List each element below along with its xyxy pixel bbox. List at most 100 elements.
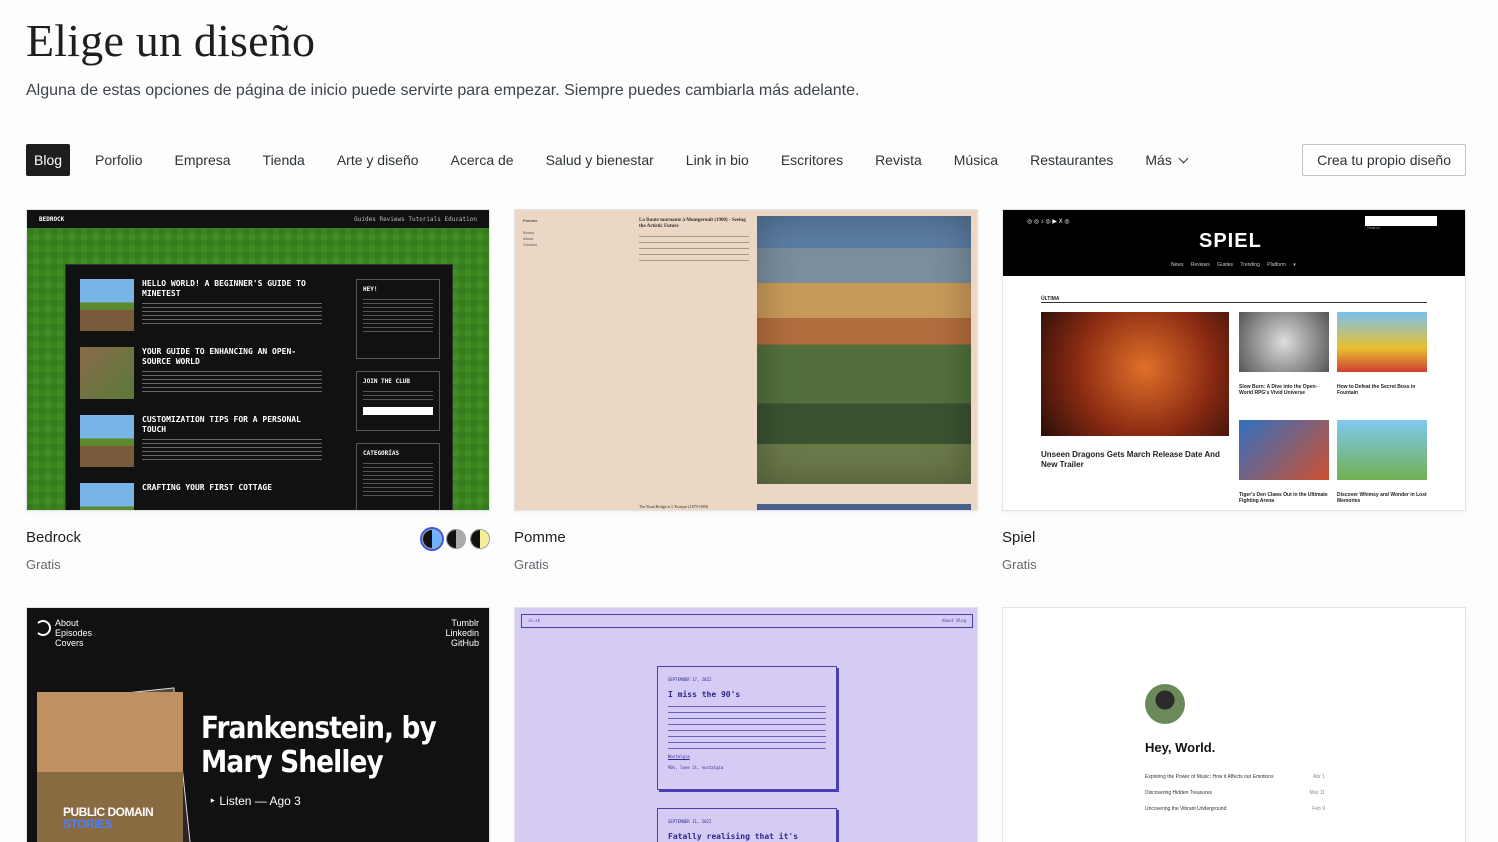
bedrock-widget-categories: CATEGORÍAS — [356, 443, 440, 510]
post-title: Fatally realising that it's — [668, 832, 799, 841]
tab-link-in-bio[interactable]: Link in bio — [670, 144, 765, 176]
theme-price: Gratis — [514, 557, 549, 572]
bedrock-widget-hey: HEY! — [356, 279, 440, 359]
tab-empresa[interactable]: Empresa — [159, 144, 247, 176]
tab-salud-y-bienestar[interactable]: Salud y bienestar — [530, 144, 670, 176]
article-image — [1239, 420, 1329, 480]
featured-image — [1041, 312, 1229, 436]
pomme-nav-link: Contact — [523, 242, 537, 247]
article-headline: Slow Burn: A Dive into the Open-World RP… — [1239, 384, 1318, 396]
bedrock-widget-club: JOIN THE CLUB — [356, 371, 440, 431]
retro-post: SEPTEMBER 17, 2022 I miss the 90's Nosta… — [657, 666, 837, 790]
post-row: Abr 1 Exploring the Power of Music: How i… — [1145, 774, 1325, 780]
post-thumbnail — [80, 279, 134, 331]
post-thumbnail — [80, 415, 134, 467]
theme-card-pomme[interactable]: Pomme Books About Contact La Route tournant… — [514, 209, 978, 572]
pomme-painting-2 — [757, 504, 971, 510]
tab-porfolio[interactable]: Porfolio — [79, 144, 158, 176]
theme-name: Spiel — [1002, 529, 1036, 546]
tab-musica[interactable]: Música — [938, 144, 1014, 176]
post-tag: Nostalgia — [668, 754, 690, 759]
listen-link: ‣ Listen — Ago 3 — [209, 794, 301, 808]
theme-card-bedrock[interactable]: BEDROCK Guides Reviews Tutorials Educatio… — [26, 209, 490, 572]
theme-name: Pomme — [514, 529, 566, 546]
pomme-footer-title: The Road Bridge at L'Estaque (1879-1880) — [639, 504, 709, 509]
article-image — [1337, 312, 1427, 372]
widget-title: HEY! — [363, 286, 378, 293]
post-title: Uncovering the Vibrant Underground — [1145, 806, 1227, 812]
post-date: Feb 9 — [1312, 806, 1325, 812]
post-date: Abr 1 — [1313, 774, 1325, 780]
style-variation-swatch[interactable] — [446, 529, 466, 549]
post-row: Feb 9 Uncovering the Vibrant Underground — [1145, 806, 1325, 812]
theme-preview-pomme[interactable]: Pomme Books About Contact La Route tournant… — [514, 209, 978, 511]
post-date: Mar 11 — [1309, 790, 1325, 796]
theme-preview-retro[interactable]: io.sk About Blog SEPTEMBER 17, 2022 I mis… — [514, 607, 978, 842]
theme-card-podcast[interactable]: About Episodes Covers Tumblr Linkedin GitHub… — [26, 607, 490, 842]
retro-post: SEPTEMBER 11, 2022 Fatally realising tha… — [657, 808, 837, 842]
article-headline: Tiger's Den Claws Out in the Ultimate Fi… — [1239, 492, 1328, 504]
tab-mas-label: Más — [1145, 152, 1172, 168]
pomme-nav: Pomme Books About Contact — [523, 218, 537, 248]
theme-preview-bedrock[interactable]: BEDROCK Guides Reviews Tutorials Educatio… — [26, 209, 490, 511]
tab-restaurantes[interactable]: Restaurantes — [1014, 144, 1129, 176]
tab-revista[interactable]: Revista — [859, 144, 938, 176]
article-image — [1239, 312, 1329, 372]
category-tabs: Blog Porfolio Empresa Tienda Arte y dise… — [26, 144, 1203, 176]
pomme-nav-link: Books — [523, 230, 535, 235]
theme-preview-podcast[interactable]: About Episodes Covers Tumblr Linkedin GitHub… — [26, 607, 490, 842]
avatar — [1145, 684, 1185, 724]
tab-blog[interactable]: Blog — [26, 144, 71, 176]
podcast-nav-left: About Episodes Covers — [55, 618, 93, 648]
spiel-menu: News Reviews Guides Trending Platform ▾ — [1171, 262, 1296, 268]
bedrock-nav: Guides Reviews Tutorials Education — [354, 216, 477, 223]
bedrock-header: BEDROCK Guides Reviews Tutorials Educatio… — [27, 210, 489, 228]
style-variation-swatch[interactable] — [422, 529, 442, 549]
post-title: CRAFTING YOUR FIRST COTTAGE — [142, 483, 273, 492]
widget-title: CATEGORÍAS — [363, 450, 400, 457]
style-variation-swatch[interactable] — [470, 529, 490, 549]
post-date: SEPTEMBER 17, 2022 — [668, 677, 712, 682]
bedrock-logo: BEDROCK — [39, 216, 65, 223]
theme-preview-hello[interactable]: Hey, World. Abr 1 Exploring the Power of … — [1002, 607, 1466, 842]
article-headline: Discover Whimsy and Wonder in Lost Memor… — [1337, 492, 1427, 504]
theme-price: Gratis — [1002, 557, 1037, 572]
post-date: SEPTEMBER 11, 2022 — [668, 819, 712, 824]
page-title: Elige un diseño — [26, 15, 316, 66]
tab-mas[interactable]: Más — [1129, 144, 1202, 176]
pomme-nav-link: About — [523, 236, 534, 241]
chevron-down-icon — [1178, 153, 1189, 164]
tab-escritores[interactable]: Escritores — [765, 144, 859, 176]
post-title: Exploring the Power of Music: How it Aff… — [1145, 774, 1274, 780]
widget-title: JOIN THE CLUB — [363, 378, 410, 385]
theme-preview-spiel[interactable]: ◎ ◎ ♪ ◎ ▶ X ◎ Search SPIEL News Reviews … — [1002, 209, 1466, 511]
podcast-nav-right: Tumblr Linkedin GitHub — [445, 618, 479, 648]
featured-headline: Unseen Dragons Gets March Release Date A… — [1041, 450, 1220, 469]
post-title: HELLO WORLD! A BEGINNER'S GUIDE TO MINET… — [142, 279, 306, 298]
tab-arte-y-diseno[interactable]: Arte y diseño — [321, 144, 435, 176]
post-title: CUSTOMIZATION TIPS FOR A PERSONAL TOUCH — [142, 415, 301, 434]
create-own-design-button[interactable]: Crea tu propio diseño — [1302, 144, 1466, 176]
pomme-logo: Pomme — [523, 218, 538, 223]
page-subtitle: Alguna de estas opciones de página de in… — [26, 82, 860, 99]
post-title: YOUR GUIDE TO ENHANCING AN OPEN-SOURCE W… — [142, 347, 297, 366]
search-input: Search — [1365, 216, 1437, 230]
post-thumbnail — [80, 347, 134, 399]
theme-price: Gratis — [26, 557, 61, 572]
tab-tienda[interactable]: Tienda — [247, 144, 321, 176]
post-title: I miss the 90's — [668, 690, 741, 699]
post-thumbnail — [80, 483, 134, 510]
hello-heading: Hey, World. — [1145, 740, 1216, 755]
post-tags: 90s, love it, nostalgia — [668, 765, 724, 770]
article-image — [1337, 420, 1427, 480]
theme-card-hello[interactable]: Hey, World. Abr 1 Exploring the Power of … — [1002, 607, 1466, 842]
pomme-article-title: La Route tournante à Montgeroult (1900) … — [639, 218, 746, 229]
theme-card-spiel[interactable]: ◎ ◎ ♪ ◎ ▶ X ◎ Search SPIEL News Reviews … — [1002, 209, 1466, 572]
podcast-logo-icon — [35, 620, 51, 636]
pomme-article: La Route tournante à Montgeroult (1900) … — [639, 218, 749, 266]
tab-acerca-de[interactable]: Acerca de — [435, 144, 530, 176]
theme-card-retro[interactable]: io.sk About Blog SEPTEMBER 17, 2022 I mis… — [514, 607, 978, 842]
bedrock-content-panel: HELLO WORLD! A BEGINNER'S GUIDE TO MINET… — [65, 264, 453, 510]
style-variations — [422, 529, 490, 549]
episode-title: Frankenstein, by Mary Shelley — [201, 711, 437, 780]
